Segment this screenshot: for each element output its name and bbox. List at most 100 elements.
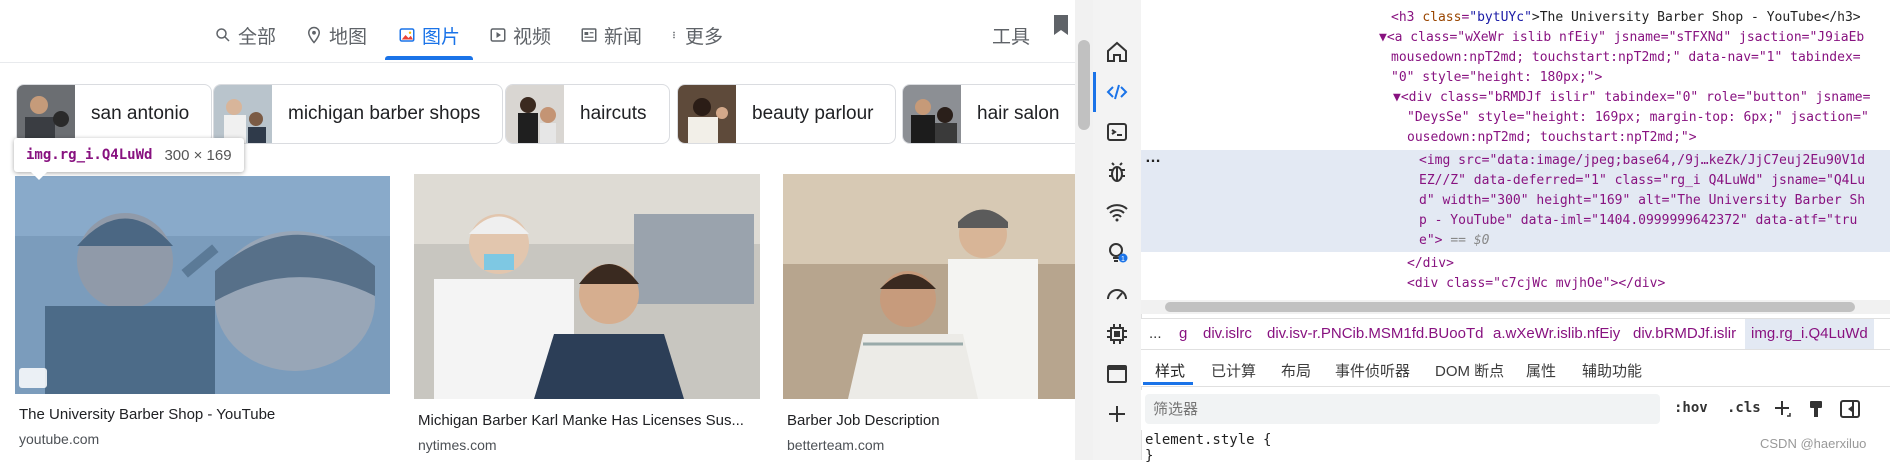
network-panel-button[interactable] bbox=[1105, 200, 1129, 224]
elements-panel-button[interactable] bbox=[1093, 72, 1129, 112]
chip-michigan-barber-shops[interactable]: michigan barber shops bbox=[213, 84, 504, 144]
tab-label: 地图 bbox=[329, 26, 368, 48]
news-icon bbox=[581, 28, 597, 42]
chip-label: hair salon bbox=[977, 103, 1060, 124]
breadcrumb-item[interactable]: div.islrc bbox=[1203, 325, 1252, 342]
search-icon bbox=[216, 28, 230, 42]
tooltip-arrow bbox=[30, 171, 48, 180]
gauge-icon bbox=[1107, 289, 1127, 300]
result-image[interactable] bbox=[414, 174, 760, 399]
element-style-close: } bbox=[1145, 448, 1154, 464]
breadcrumb-item[interactable]: g bbox=[1179, 325, 1187, 342]
tab-label: 全部 bbox=[238, 26, 277, 48]
tab-videos[interactable]: 视频 bbox=[489, 20, 551, 50]
more-tools-button[interactable] bbox=[1105, 402, 1129, 426]
dom-node-div[interactable]: ▼<div class="bRMDJf islir" tabindex="0" … bbox=[1393, 90, 1870, 105]
application-panel-button[interactable] bbox=[1105, 362, 1129, 386]
plus-icon bbox=[1109, 406, 1125, 422]
result-title[interactable]: Michigan Barber Karl Manke Has Licenses … bbox=[418, 412, 758, 429]
tab-maps[interactable]: 地图 bbox=[305, 20, 367, 50]
styles-filter-input[interactable] bbox=[1145, 394, 1660, 424]
breadcrumb-item[interactable]: div.bRMDJf.islir bbox=[1633, 325, 1736, 342]
tab-layout[interactable]: 布局 bbox=[1281, 360, 1311, 381]
chip-beauty-parlour[interactable]: beauty parlour bbox=[677, 84, 897, 144]
result-thumbnail bbox=[783, 174, 1075, 399]
elements-hscrollbar-thumb[interactable] bbox=[1165, 302, 1855, 312]
dom-node-div-cont: "DeysSe" style="height: 169px; margin-to… bbox=[1407, 110, 1869, 125]
dom-node-close-div[interactable]: </div> bbox=[1407, 256, 1454, 271]
map-pin-icon bbox=[307, 26, 321, 44]
result-source: youtube.com bbox=[19, 431, 100, 447]
performance-panel-button[interactable] bbox=[1105, 282, 1129, 306]
page-scrollbar-thumb[interactable] bbox=[1078, 40, 1090, 130]
watermark: CSDN @haerxiluo bbox=[1760, 436, 1867, 451]
chip-thumbnail bbox=[214, 85, 272, 143]
dom-node-img-cont: d" width="300" height="169" alt="The Uni… bbox=[1419, 193, 1866, 208]
tab-styles[interactable]: 样式 bbox=[1155, 360, 1185, 381]
elements-tree[interactable]: <h3 class="bytUYc">The University Barber… bbox=[1141, 0, 1890, 305]
tab-all[interactable]: 全部 bbox=[214, 20, 276, 50]
tab-computed[interactable]: 已计算 bbox=[1211, 360, 1256, 381]
lightbulb-icon: 1 bbox=[1109, 243, 1128, 263]
tab-properties[interactable]: 属性 bbox=[1526, 360, 1556, 381]
add-style-rule-icon[interactable] bbox=[1771, 398, 1793, 420]
chip-hair-salon[interactable]: hair salon bbox=[902, 84, 1075, 144]
breadcrumb-item[interactable]: a.wXeWr.islib.nfEiy bbox=[1493, 325, 1620, 342]
tab-news[interactable]: 新闻 bbox=[580, 20, 642, 50]
dom-node-a[interactable]: ▼<a class="wXeWr islib nfEiy" jsname="sT… bbox=[1379, 30, 1864, 45]
more-vertical-icon bbox=[673, 31, 675, 39]
tab-label: 更多 bbox=[685, 26, 724, 48]
tab-more[interactable]: 更多 bbox=[669, 20, 723, 50]
window-icon bbox=[1107, 365, 1127, 383]
breadcrumb-item-active[interactable]: img.rg_i.Q4LuWd bbox=[1745, 319, 1874, 349]
result-thumbnail bbox=[414, 174, 760, 399]
result-source: betterteam.com bbox=[787, 437, 885, 453]
tab-dom-breakpoints[interactable]: DOM 断点 bbox=[1435, 360, 1504, 381]
result-source: nytimes.com bbox=[418, 437, 497, 453]
breadcrumb-item[interactable]: div.isv-r.PNCib.MSM1fd.BUooTd bbox=[1267, 325, 1483, 342]
home-button[interactable] bbox=[1105, 40, 1129, 64]
related-searches: san antonio michigan barber shops haircu… bbox=[0, 84, 1075, 144]
breadcrumb-overflow[interactable]: ... bbox=[1149, 325, 1162, 342]
dom-node-a-cont: "0" style="height: 180px;"> bbox=[1391, 70, 1603, 85]
code-icon bbox=[1106, 84, 1128, 100]
paint-brush-icon[interactable] bbox=[1805, 398, 1827, 420]
memory-panel-button[interactable] bbox=[1105, 322, 1129, 346]
console-panel-button[interactable] bbox=[1105, 120, 1129, 144]
styles-filter-bar: :hov .cls bbox=[1141, 390, 1890, 430]
tooltip-selector: img.rg_i.Q4LuWd bbox=[26, 147, 153, 163]
dom-node-div-cont: ousedown:npT2md; touchstart:npT2md;"> bbox=[1407, 130, 1697, 145]
dom-node-img[interactable]: <img src="data:image/jpeg;base64,/9j…keZ… bbox=[1419, 153, 1865, 168]
bookmark-icon[interactable] bbox=[1053, 14, 1069, 36]
result-title[interactable]: The University Barber Shop - YouTube bbox=[19, 406, 389, 423]
video-badge bbox=[19, 368, 47, 388]
class-toggle[interactable]: .cls bbox=[1727, 400, 1761, 416]
tab-label: 图片 bbox=[422, 26, 461, 48]
toggle-sidebar-icon[interactable] bbox=[1839, 398, 1861, 420]
breadcrumb: ... g div.islrc div.isv-r.PNCib.MSM1fd.B… bbox=[1141, 318, 1890, 350]
issues-panel-button[interactable]: 1 bbox=[1105, 240, 1129, 264]
search-page: 全部 地图 图片 视频 新闻 更多 工具 san antonio michiga… bbox=[0, 0, 1075, 460]
hover-state-toggle[interactable]: :hov bbox=[1674, 400, 1708, 416]
dom-node-h3[interactable]: <h3 class="bytUYc">The University Barber… bbox=[1391, 10, 1861, 25]
dom-node-img-cont: p - YouTube" data-iml="1404.099999964237… bbox=[1419, 213, 1858, 228]
chip-san-antonio[interactable]: san antonio bbox=[16, 84, 213, 144]
tab-images[interactable]: 图片 bbox=[398, 20, 460, 50]
node-actions-ellipsis[interactable]: … bbox=[1145, 149, 1161, 167]
dom-node-next-div[interactable]: <div class="c7cjWc mvjhOe"></div> bbox=[1407, 276, 1665, 291]
result-title[interactable]: Barber Job Description bbox=[787, 412, 1072, 429]
wifi-icon bbox=[1106, 204, 1128, 222]
result-image[interactable] bbox=[15, 176, 390, 394]
svg-text:1: 1 bbox=[1121, 256, 1125, 263]
element-style-rule[interactable]: element.style { } bbox=[1145, 432, 1271, 464]
tab-accessibility[interactable]: 辅助功能 bbox=[1582, 360, 1642, 381]
chip-thumbnail bbox=[903, 85, 961, 143]
chip-label: michigan barber shops bbox=[288, 103, 481, 124]
debugger-panel-button[interactable] bbox=[1105, 160, 1129, 184]
result-image[interactable] bbox=[783, 174, 1075, 399]
tab-event-listeners[interactable]: 事件侦听器 bbox=[1335, 360, 1410, 381]
chip-thumbnail bbox=[506, 85, 564, 143]
tab-label: 视频 bbox=[513, 26, 552, 48]
chip-haircuts[interactable]: haircuts bbox=[505, 84, 670, 144]
tools-button[interactable]: 工具 bbox=[992, 22, 1030, 49]
